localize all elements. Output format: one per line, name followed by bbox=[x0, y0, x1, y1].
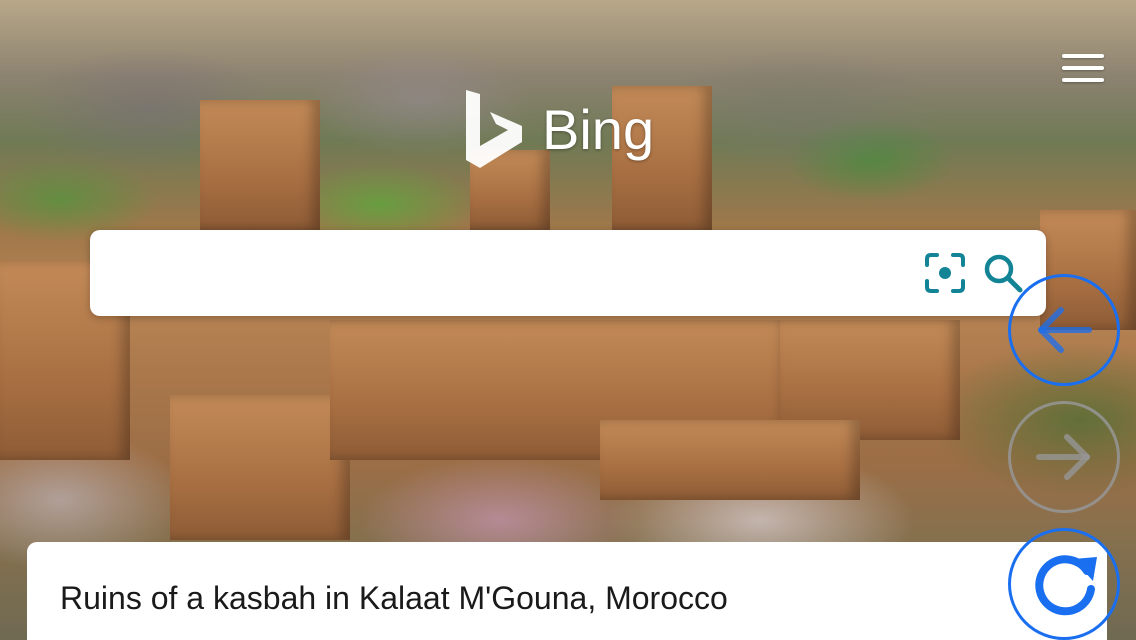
image-caption-card[interactable]: Ruins of a kasbah in Kalaat M'Gouna, Mor… bbox=[27, 542, 1107, 640]
kasbah-ruin bbox=[600, 420, 860, 500]
reload-icon bbox=[1035, 555, 1097, 616]
menu-line bbox=[1062, 78, 1104, 82]
forward-button[interactable] bbox=[1008, 401, 1120, 513]
menu-line bbox=[1062, 54, 1104, 58]
camera-visual-search-icon[interactable] bbox=[924, 252, 966, 294]
back-button[interactable] bbox=[1008, 274, 1120, 386]
bing-logo[interactable]: Bing bbox=[462, 88, 654, 172]
search-box bbox=[90, 230, 1046, 316]
brand-name: Bing bbox=[542, 98, 655, 161]
bing-b-icon bbox=[462, 88, 526, 172]
arrow-right-icon bbox=[1036, 434, 1090, 480]
kasbah-tower bbox=[200, 100, 320, 230]
image-caption: Ruins of a kasbah in Kalaat M'Gouna, Mor… bbox=[60, 580, 728, 616]
page: Bing Ruins of a kasbah in Kalaat M'Gouna… bbox=[0, 0, 1136, 640]
kasbah-ruin bbox=[170, 395, 350, 540]
menu-line bbox=[1062, 66, 1104, 70]
hamburger-menu-icon[interactable] bbox=[1062, 52, 1104, 84]
arrow-left-icon bbox=[1038, 307, 1092, 353]
search-input[interactable] bbox=[114, 250, 908, 298]
reload-button[interactable] bbox=[1008, 528, 1120, 640]
